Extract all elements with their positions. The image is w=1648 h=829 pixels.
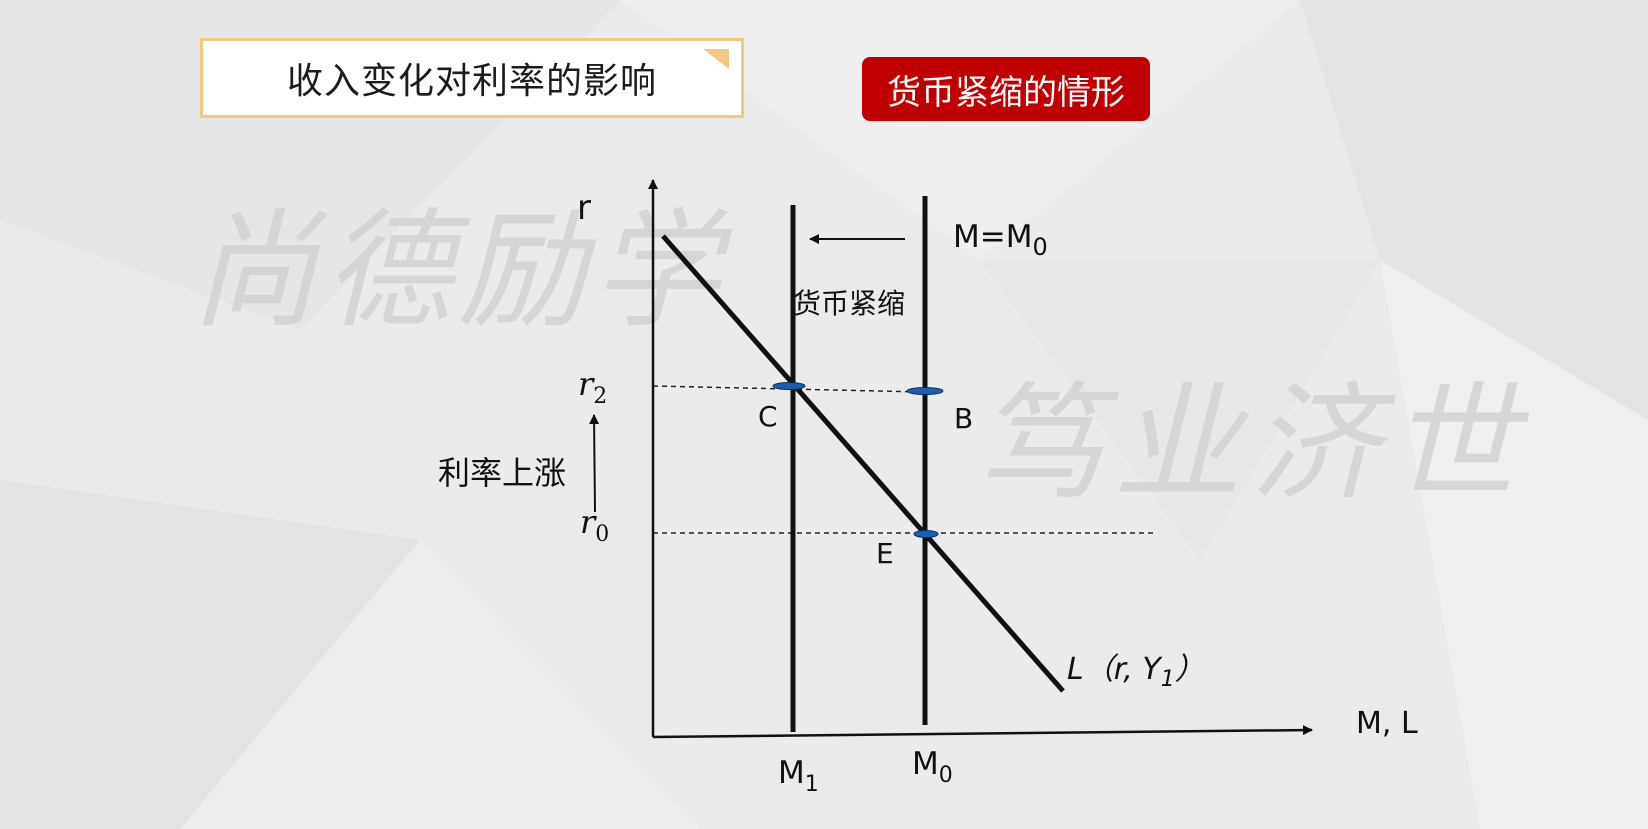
y-axis-label: r: [577, 188, 591, 228]
x-axis-label: M, L: [1356, 706, 1418, 741]
shift-label: 货币紧缩: [793, 287, 905, 320]
point-e-marker: [913, 530, 939, 538]
point-c-marker: [772, 382, 806, 390]
m0-label: M0: [912, 746, 953, 788]
watermark-left: 尚德励学: [190, 197, 733, 346]
point-b-marker: [906, 387, 944, 395]
rate-rise-label: 利率上涨: [438, 454, 566, 492]
r2-label: r2: [578, 365, 607, 409]
money-supply-label: M=M0: [953, 219, 1048, 261]
watermark-right: 笃业济世: [975, 370, 1530, 519]
r0-label: r0: [580, 503, 609, 547]
rate-rise-arrow: [589, 414, 600, 513]
x-axis: [652, 725, 1313, 739]
point-b-label: B: [954, 402, 973, 435]
point-e-label: E: [876, 537, 894, 570]
point-c-label: C: [758, 400, 778, 433]
m1-label: M1: [778, 755, 819, 797]
money-market-diagram: 尚德励学 笃业济世 r M, L M=M0 货币紧缩 L（r, Y1） r2 r…: [190, 179, 1530, 797]
demand-curve-label: L（r, Y1）: [1067, 652, 1205, 692]
